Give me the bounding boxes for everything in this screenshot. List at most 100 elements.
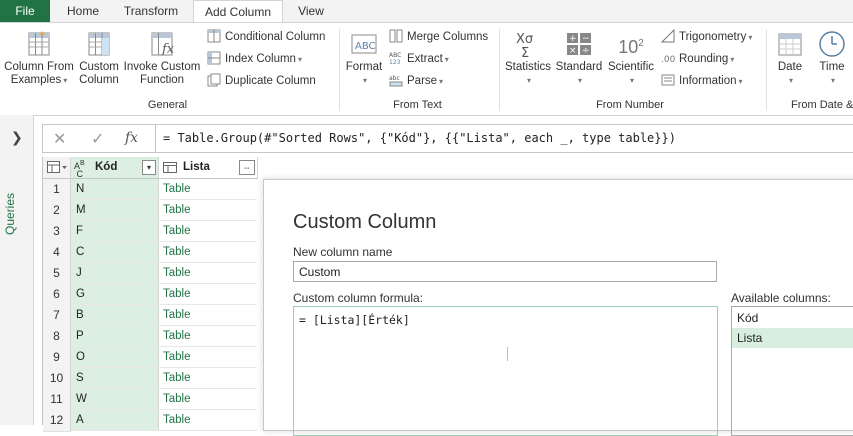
cell-kod[interactable]: M (71, 200, 159, 221)
cell-kod[interactable]: O (71, 347, 159, 368)
cell-lista[interactable]: Table (159, 389, 257, 410)
cell-lista[interactable]: Table (159, 263, 257, 284)
table-menu-icon (47, 161, 67, 173)
cell-kod[interactable]: B (71, 305, 159, 326)
custom-column-formula-editor[interactable]: = [Lista][Érték] (293, 306, 718, 436)
new-column-name-input[interactable] (293, 261, 717, 282)
data-grid: AB C Kód ▾ Lista ⇔ 1 N Table 2 M Table 3 F Table… (42, 157, 258, 432)
ribbon-tabs: File Home Transform Add Column View (0, 0, 853, 23)
extract-icon: ABC123 (389, 52, 401, 65)
column-name-kod: Kód (95, 161, 118, 173)
row-number[interactable]: 2 (43, 200, 71, 222)
cell-lista[interactable]: Table (159, 242, 257, 263)
cell-lista[interactable]: Table (159, 179, 257, 200)
row-number[interactable]: 9 (43, 347, 71, 369)
rounding-icon: .00 (661, 55, 675, 65)
standard-button[interactable]: + − × ÷ Standard ▾ (554, 29, 604, 87)
date-button[interactable]: Date ▾ (771, 29, 809, 87)
calendar-icon (778, 33, 802, 56)
row-number[interactable]: 3 (43, 221, 71, 243)
rounding-button[interactable]: .00 Rounding ▾ (661, 50, 734, 68)
information-button[interactable]: Information ▾ (661, 72, 743, 90)
cell-lista[interactable]: Table (159, 368, 257, 389)
row-number[interactable]: 8 (43, 326, 71, 348)
new-column-name-label: New column name (293, 245, 393, 259)
time-button[interactable]: Time ▾ (813, 29, 851, 87)
row-number[interactable]: 4 (43, 242, 71, 264)
tab-add-column[interactable]: Add Column (193, 0, 283, 23)
tab-transform[interactable]: Transform (115, 0, 187, 22)
column-from-examples-button[interactable]: Column From Examples ▾ (2, 29, 76, 87)
expand-queries-chevron-icon[interactable]: ❯ (11, 129, 23, 146)
group-label-general: General (147, 99, 188, 111)
scientific-label: Scientific (607, 61, 655, 73)
statistics-button[interactable]: Xσ Σ Statistics ▾ (503, 29, 553, 87)
cell-lista[interactable]: Table (159, 221, 257, 242)
filter-dropdown-icon[interactable]: ▾ (142, 160, 156, 175)
confirm-icon[interactable]: ✓ (91, 129, 104, 149)
row-number[interactable]: 11 (43, 389, 71, 411)
group-label-from-text: From Text (393, 99, 442, 111)
cell-lista[interactable]: Table (159, 305, 257, 326)
formula-text[interactable]: = Table.Group(#"Sorted Rows", {"Kód"}, {… (163, 131, 676, 145)
expand-column-icon[interactable]: ⇔ (239, 160, 255, 175)
cell-kod[interactable]: W (71, 389, 159, 410)
cell-kod[interactable]: C (71, 242, 159, 263)
row-number[interactable]: 10 (43, 368, 71, 390)
cell-kod[interactable]: A (71, 410, 159, 431)
row-number[interactable]: 6 (43, 284, 71, 306)
cell-kod[interactable]: J (71, 263, 159, 284)
row-number[interactable]: 12 (43, 410, 71, 432)
invoke-custom-function-button[interactable]: fx Invoke Custom Function (122, 29, 202, 87)
column-header-lista[interactable]: Lista ⇔ (159, 157, 258, 179)
format-icon: ABC (351, 34, 377, 54)
cell-lista[interactable]: Table (159, 284, 257, 305)
svg-text:ABC: ABC (355, 41, 376, 52)
svg-text:÷: ÷ (582, 46, 590, 56)
tab-home[interactable]: Home (58, 0, 108, 22)
dialog-title: Custom Column (293, 211, 437, 233)
duplicate-column-button[interactable]: Duplicate Column (207, 72, 316, 90)
cell-kod[interactable]: F (71, 221, 159, 242)
formula-bar: ✕ ✓ fx = Table.Group(#"Sorted Rows", {"K… (42, 124, 853, 153)
extract-button[interactable]: ABC 123 Extract ▾ (389, 50, 449, 68)
tab-view[interactable]: View (288, 0, 334, 22)
index-column-button[interactable]: Index Column ▾ (207, 50, 302, 68)
cell-kod[interactable]: S (71, 368, 159, 389)
group-label-from-date: From Date & (791, 99, 853, 111)
trigonometry-button[interactable]: Trigonometry ▾ (661, 28, 752, 46)
custom-column-label-2: Column (79, 74, 119, 86)
group-label-from-number: From Number (596, 99, 664, 111)
merge-columns-button[interactable]: Merge Columns (389, 28, 488, 46)
row-number[interactable]: 5 (43, 263, 71, 285)
cell-lista[interactable]: Table (159, 410, 257, 431)
svg-text:Xσ: Xσ (516, 32, 533, 47)
tab-file[interactable]: File (0, 0, 50, 22)
queries-label[interactable]: Queries (3, 175, 17, 235)
format-button[interactable]: ABC Format ▾ (343, 29, 385, 87)
cell-kod[interactable]: G (71, 284, 159, 305)
custom-column-button[interactable]: Custom Column (77, 29, 121, 87)
cell-kod[interactable]: N (71, 179, 159, 200)
available-column-kod[interactable]: Kód (732, 308, 853, 328)
fx-icon[interactable]: fx (125, 130, 138, 146)
ribbon-separator (766, 29, 767, 111)
scientific-button[interactable]: 102 Scientific ▾ (605, 29, 657, 87)
row-number[interactable]: 7 (43, 305, 71, 327)
index-column-icon (207, 51, 221, 65)
parse-label: Parse (407, 75, 438, 87)
conditional-column-button[interactable]: Conditional Column (207, 28, 325, 46)
cell-lista[interactable]: Table (159, 326, 257, 347)
cancel-icon[interactable]: ✕ (53, 129, 66, 149)
row-number[interactable]: 1 (43, 179, 71, 201)
available-column-lista[interactable]: Lista (732, 328, 853, 348)
formula-bar-separator (155, 125, 156, 152)
table-corner-menu[interactable] (43, 157, 71, 179)
cell-kod[interactable]: P (71, 326, 159, 347)
svg-text:123: 123 (389, 59, 401, 65)
cell-lista[interactable]: Table (159, 200, 257, 221)
cell-lista[interactable]: Table (159, 347, 257, 368)
column-header-kod[interactable]: AB C Kód ▾ (71, 157, 159, 179)
duplicate-column-icon (207, 73, 221, 87)
parse-button[interactable]: abc Parse ▾ (389, 72, 443, 90)
